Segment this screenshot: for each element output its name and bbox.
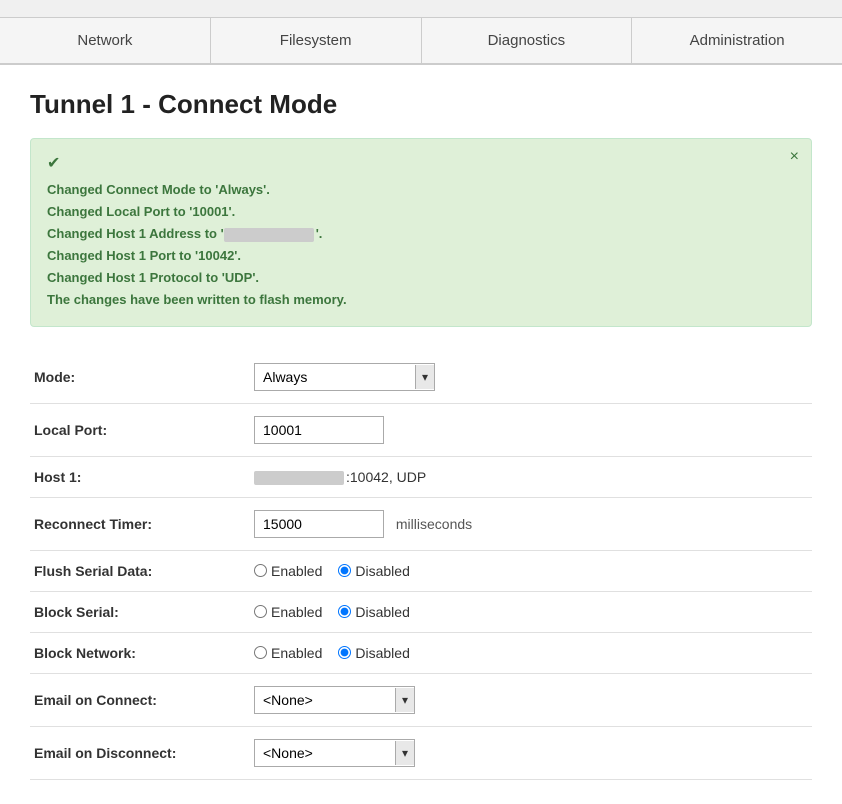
email-connect-row: Email on Connect: <None> ▾ bbox=[30, 673, 812, 726]
email-connect-select-wrapper: <None> ▾ bbox=[254, 686, 415, 714]
host1-label: Host 1: bbox=[30, 456, 250, 497]
page-title: Tunnel 1 - Connect Mode bbox=[30, 89, 812, 120]
alert-messages: Changed Connect Mode to 'Always'. Change… bbox=[47, 179, 795, 312]
block-network-disabled-label[interactable]: Disabled bbox=[338, 645, 409, 661]
alert-message-2: Changed Local Port to '10001'. bbox=[47, 204, 235, 219]
email-disconnect-select-wrapper: <None> ▾ bbox=[254, 739, 415, 767]
reconnect-timer-input[interactable] bbox=[254, 510, 384, 538]
block-serial-label: Block Serial: bbox=[30, 591, 250, 632]
block-serial-disabled-label[interactable]: Disabled bbox=[338, 604, 409, 620]
alert-message-4: Changed Host 1 Port to '10042'. bbox=[47, 248, 241, 263]
tab-diagnostics[interactable]: Diagnostics bbox=[422, 18, 633, 63]
local-port-value-cell bbox=[250, 403, 812, 456]
block-network-value-cell: Enabled Disabled bbox=[250, 632, 812, 673]
top-bar bbox=[0, 0, 842, 18]
block-serial-value-cell: Enabled Disabled bbox=[250, 591, 812, 632]
block-network-enabled-radio[interactable] bbox=[254, 646, 267, 659]
email-connect-select[interactable]: <None> bbox=[255, 687, 395, 713]
block-network-radio-group: Enabled Disabled bbox=[254, 645, 808, 661]
alert-message-1: Changed Connect Mode to 'Always'. bbox=[47, 182, 270, 197]
local-port-input[interactable] bbox=[254, 416, 384, 444]
host1-value-cell: :10042, UDP bbox=[250, 456, 812, 497]
mode-row: Mode: Always On Demand Never ▾ bbox=[30, 351, 812, 404]
block-network-label: Block Network: bbox=[30, 632, 250, 673]
tab-network[interactable]: Network bbox=[0, 18, 211, 63]
flush-serial-enabled-label[interactable]: Enabled bbox=[254, 563, 322, 579]
host1-ip-redacted bbox=[254, 471, 344, 485]
main-content: Tunnel 1 - Connect Mode × ✔ Changed Conn… bbox=[0, 65, 842, 804]
mode-select-arrow: ▾ bbox=[415, 365, 434, 389]
host1-port-protocol: :10042, UDP bbox=[346, 469, 426, 485]
block-serial-enabled-label[interactable]: Enabled bbox=[254, 604, 322, 620]
mode-value-cell: Always On Demand Never ▾ bbox=[250, 351, 812, 404]
block-network-enabled-label[interactable]: Enabled bbox=[254, 645, 322, 661]
block-serial-disabled-radio[interactable] bbox=[338, 605, 351, 618]
reconnect-timer-row: Reconnect Timer: milliseconds bbox=[30, 497, 812, 550]
alert-message-3: Changed Host 1 Address to ''. bbox=[47, 226, 322, 241]
email-disconnect-row: Email on Disconnect: <None> ▾ bbox=[30, 726, 812, 779]
mode-select[interactable]: Always On Demand Never bbox=[255, 364, 415, 390]
mode-label: Mode: bbox=[30, 351, 250, 404]
alert-close-button[interactable]: × bbox=[790, 149, 799, 165]
email-disconnect-select[interactable]: <None> bbox=[255, 740, 395, 766]
block-serial-radio-group: Enabled Disabled bbox=[254, 604, 808, 620]
block-network-row: Block Network: Enabled Disabled bbox=[30, 632, 812, 673]
email-connect-value-cell: <None> ▾ bbox=[250, 673, 812, 726]
email-connect-select-arrow: ▾ bbox=[395, 688, 414, 712]
host-ip-redacted bbox=[224, 228, 314, 242]
tab-filesystem[interactable]: Filesystem bbox=[211, 18, 422, 63]
email-disconnect-label: Email on Disconnect: bbox=[30, 726, 250, 779]
flush-serial-disabled-radio[interactable] bbox=[338, 564, 351, 577]
nav-tabs: Network Filesystem Diagnostics Administr… bbox=[0, 18, 842, 65]
local-port-label: Local Port: bbox=[30, 403, 250, 456]
alert-message-6: The changes have been written to flash m… bbox=[47, 292, 347, 307]
host1-row: Host 1: :10042, UDP bbox=[30, 456, 812, 497]
alert-message-5: Changed Host 1 Protocol to 'UDP'. bbox=[47, 270, 259, 285]
block-serial-enabled-radio[interactable] bbox=[254, 605, 267, 618]
alert-icon: ✔ bbox=[47, 153, 60, 173]
local-port-row: Local Port: bbox=[30, 403, 812, 456]
block-network-disabled-radio[interactable] bbox=[338, 646, 351, 659]
tab-administration[interactable]: Administration bbox=[632, 18, 842, 63]
reconnect-timer-unit: milliseconds bbox=[396, 516, 472, 532]
settings-form: Mode: Always On Demand Never ▾ Local Por… bbox=[30, 351, 812, 780]
alert-success: × ✔ Changed Connect Mode to 'Always'. Ch… bbox=[30, 138, 812, 327]
email-connect-label: Email on Connect: bbox=[30, 673, 250, 726]
flush-serial-radio-group: Enabled Disabled bbox=[254, 563, 808, 579]
email-disconnect-value-cell: <None> ▾ bbox=[250, 726, 812, 779]
flush-serial-disabled-label[interactable]: Disabled bbox=[338, 563, 409, 579]
flush-serial-label: Flush Serial Data: bbox=[30, 550, 250, 591]
reconnect-timer-value-cell: milliseconds bbox=[250, 497, 812, 550]
reconnect-timer-label: Reconnect Timer: bbox=[30, 497, 250, 550]
block-serial-row: Block Serial: Enabled Disabled bbox=[30, 591, 812, 632]
mode-select-wrapper: Always On Demand Never ▾ bbox=[254, 363, 435, 391]
flush-serial-enabled-radio[interactable] bbox=[254, 564, 267, 577]
flush-serial-row: Flush Serial Data: Enabled Disabled bbox=[30, 550, 812, 591]
email-disconnect-select-arrow: ▾ bbox=[395, 741, 414, 765]
flush-serial-value-cell: Enabled Disabled bbox=[250, 550, 812, 591]
